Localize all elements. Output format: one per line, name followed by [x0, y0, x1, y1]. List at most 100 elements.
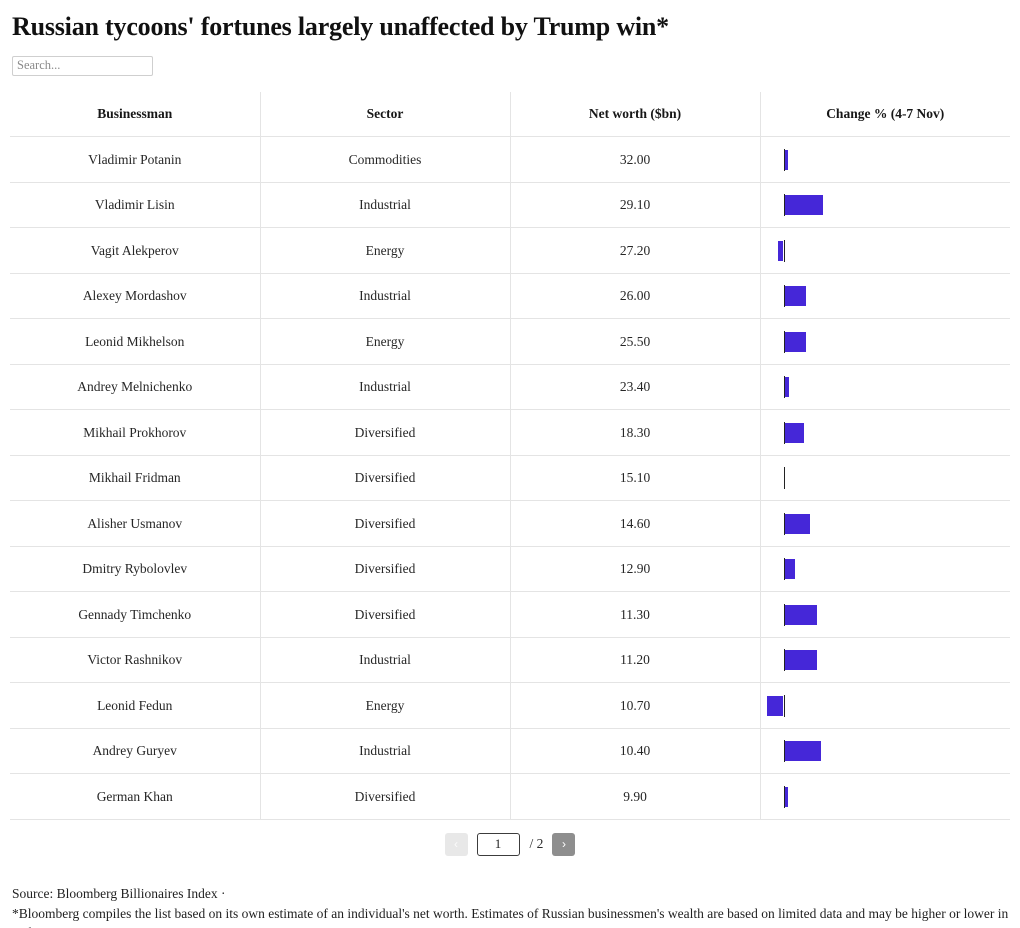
cell-net-worth: 12.90 [509, 546, 760, 593]
change-bar-track [761, 774, 1011, 819]
cell-sector: Diversified [259, 455, 510, 502]
change-bar-track [761, 137, 1011, 182]
cell-businessman: Mikhail Fridman [10, 455, 260, 502]
change-bar-track [761, 501, 1011, 546]
cell-change-bar [759, 546, 1011, 593]
zero-baseline [783, 694, 786, 717]
zero-baseline [783, 467, 786, 490]
pagination: ‹ / 2 › [10, 832, 1010, 856]
table-row[interactable]: Mikhail Fridman Diversified 15.10 [10, 455, 1011, 502]
cell-change-bar [759, 227, 1011, 274]
pagination-prev-button[interactable]: ‹ [444, 832, 468, 856]
cell-change-bar [759, 455, 1011, 502]
change-bar [766, 695, 784, 716]
change-bar [783, 650, 817, 671]
zero-baseline [783, 376, 786, 399]
zero-baseline [783, 421, 786, 444]
cell-businessman: Victor Rashnikov [10, 637, 260, 684]
change-bar-track [761, 319, 1011, 364]
search-input[interactable] [12, 55, 153, 76]
zero-baseline [783, 603, 786, 626]
cell-net-worth: 23.40 [509, 364, 760, 411]
zero-baseline [783, 649, 786, 672]
cell-sector: Industrial [259, 728, 510, 775]
cell-net-worth: 18.30 [509, 409, 760, 456]
table-row[interactable]: Gennady Timchenko Diversified 11.30 [10, 591, 1011, 638]
search-container [12, 55, 1010, 76]
column-header-change[interactable]: Change % (4-7 Nov) [759, 91, 1010, 138]
cell-businessman: Leonid Mikhelson [10, 318, 260, 365]
cell-businessman: Andrey Guryev [10, 728, 260, 775]
table-row[interactable]: Andrey Guryev Industrial 10.40 [10, 728, 1011, 775]
cell-net-worth: 9.90 [509, 773, 760, 820]
footer-note: *Bloomberg compiles the list based on it… [12, 906, 1009, 928]
table-row[interactable]: Mikhail Prokhorov Diversified 18.30 [10, 409, 1011, 456]
pagination-page-input[interactable] [476, 832, 520, 856]
change-bar-track [761, 183, 1011, 228]
cell-net-worth: 15.10 [509, 455, 760, 502]
cell-businessman: Dmitry Rybolovlev [10, 546, 260, 593]
table-row[interactable]: Alisher Usmanov Diversified 14.60 [10, 500, 1011, 547]
cell-change-bar [759, 682, 1010, 729]
table-row[interactable]: Leonid Fedun Energy 10.70 [10, 682, 1010, 729]
cell-sector: Industrial [259, 273, 510, 320]
cell-businessman: Vagit Alekperov [10, 227, 260, 274]
cell-sector: Energy [259, 682, 510, 729]
change-bar-track [761, 365, 1011, 410]
cell-change-bar [759, 637, 1011, 684]
table-row[interactable]: Victor Rashnikov Industrial 11.20 [10, 637, 1011, 684]
change-bar-track [761, 729, 1011, 774]
table-row[interactable]: Vladimir Lisin Industrial 29.10 [10, 182, 1011, 229]
table-header-row: Businessman Sector Net worth ($bn) Chang… [10, 91, 1010, 138]
cell-net-worth: 11.30 [509, 591, 760, 638]
change-bar-track [761, 638, 1011, 683]
table-row[interactable]: German Khan Diversified 9.90 [10, 773, 1011, 820]
table-row[interactable]: Andrey Melnichenko Industrial 23.40 [10, 364, 1011, 411]
cell-change-bar [759, 364, 1011, 411]
cell-change-bar [759, 409, 1011, 456]
cell-businessman: Mikhail Prokhorov [10, 409, 260, 456]
column-header-businessman[interactable]: Businessman [10, 91, 260, 138]
change-bar [783, 331, 806, 352]
cell-net-worth: 11.20 [509, 637, 760, 684]
cell-sector: Commodities [259, 136, 510, 183]
cell-businessman: Vladimir Potanin [10, 136, 260, 183]
cell-businessman: German Khan [10, 773, 260, 820]
table-row[interactable]: Alexey Mordashov Industrial 26.00 [10, 273, 1011, 320]
billionaires-table: Businessman Sector Net worth ($bn) Chang… [10, 91, 1011, 820]
cell-sector: Diversified [259, 591, 510, 638]
cell-change-bar [759, 273, 1011, 320]
cell-net-worth: 32.00 [509, 136, 760, 183]
zero-baseline [783, 512, 786, 535]
pagination-total-pages: / 2 [529, 836, 544, 852]
column-header-sector[interactable]: Sector [259, 91, 510, 138]
cell-change-bar [759, 318, 1011, 365]
table-header: Businessman Sector Net worth ($bn) Chang… [10, 91, 1010, 138]
change-bar-track [761, 547, 1011, 592]
table-row[interactable]: Vagit Alekperov Energy 27.20 [10, 227, 1011, 274]
zero-baseline [783, 785, 786, 808]
zero-baseline [783, 148, 786, 171]
change-bar-track [761, 456, 1011, 501]
cell-net-worth: 10.40 [509, 728, 760, 775]
cell-sector: Industrial [259, 182, 510, 229]
change-bar-track [761, 274, 1011, 319]
cell-net-worth: 10.70 [509, 682, 760, 729]
cell-sector: Diversified [259, 546, 510, 593]
table-row[interactable]: Leonid Mikhelson Energy 25.50 [10, 318, 1011, 365]
change-bar [783, 286, 806, 307]
cell-net-worth: 25.50 [509, 318, 760, 365]
column-header-net-worth[interactable]: Net worth ($bn) [509, 91, 760, 138]
change-bar-track [761, 228, 1011, 273]
change-bar [783, 422, 804, 443]
cell-sector: Industrial [259, 364, 510, 411]
change-bar-track [761, 592, 1011, 637]
change-bar-track [761, 410, 1011, 455]
table-row[interactable]: Vladimir Potanin Commodities 32.00 [10, 136, 1011, 183]
table-row[interactable]: Dmitry Rybolovlev Diversified 12.90 [10, 546, 1011, 593]
page-root: Russian tycoons' fortunes largely unaffe… [0, 12, 1020, 928]
cell-businessman: Gennady Timchenko [10, 591, 260, 638]
pagination-next-button[interactable]: › [552, 832, 576, 856]
cell-change-bar [759, 500, 1011, 547]
cell-net-worth: 26.00 [509, 273, 760, 320]
